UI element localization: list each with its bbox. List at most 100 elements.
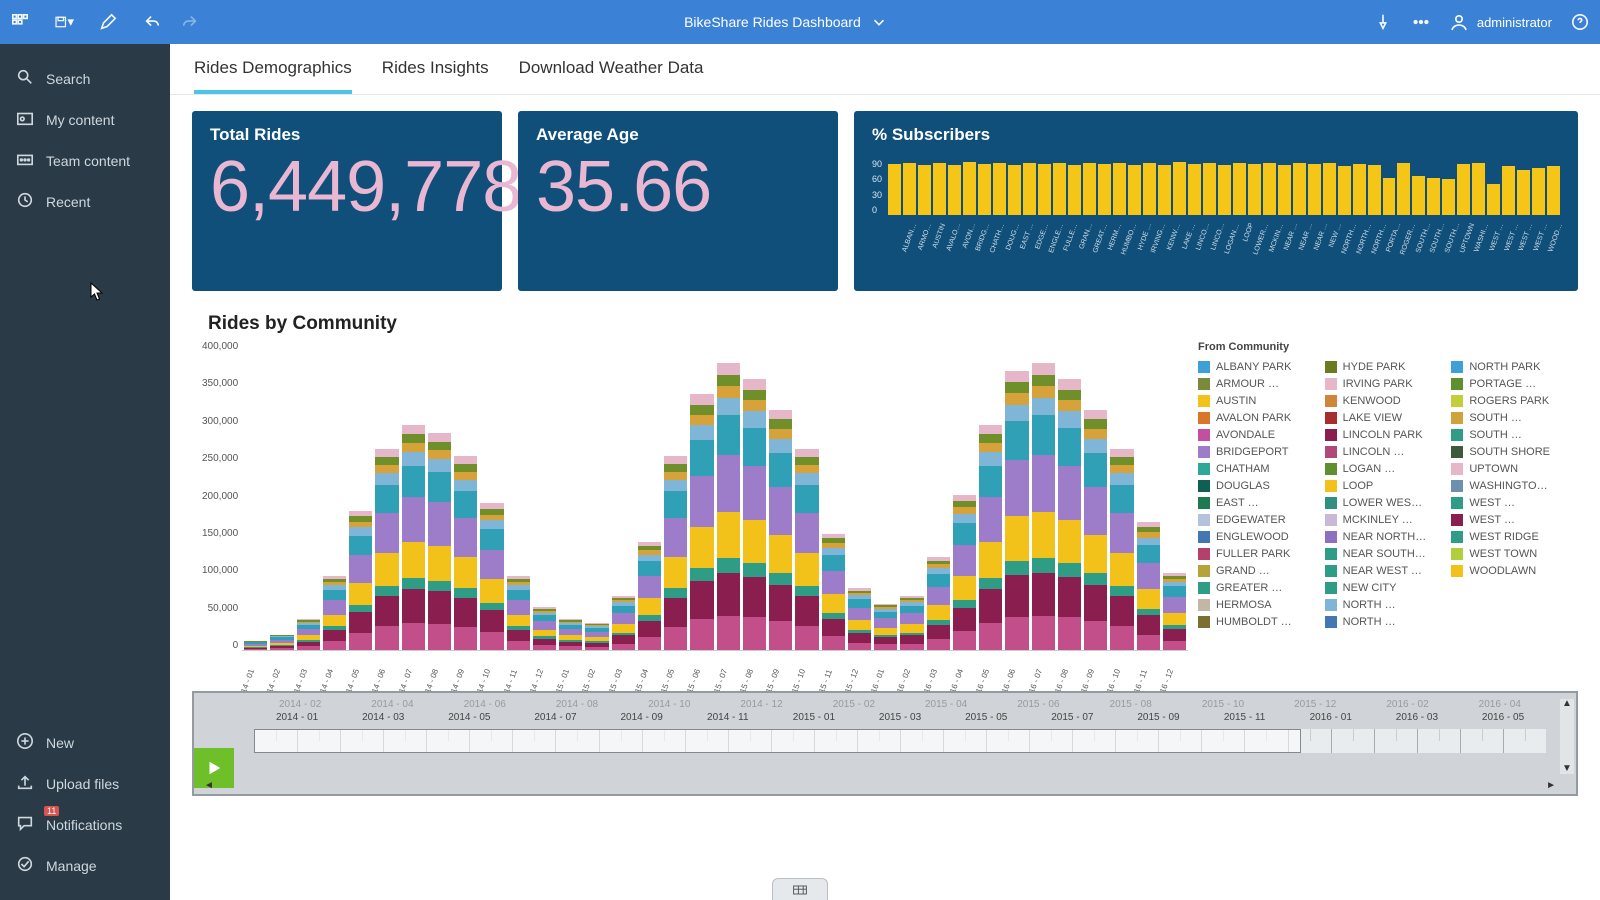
legend-item[interactable]: AVONDALE	[1198, 429, 1315, 441]
legend-item[interactable]: KENWOOD	[1325, 395, 1442, 407]
subscribers-bar	[978, 164, 991, 215]
legend-item[interactable]: ALBANY PARK	[1198, 361, 1315, 373]
legend-item[interactable]: LAKE VIEW	[1325, 412, 1442, 424]
stacked-bar	[349, 511, 372, 650]
sidebar-item-manage[interactable]: Manage	[0, 845, 170, 886]
subscribers-bar	[1532, 168, 1545, 215]
legend-swatch	[1325, 582, 1337, 594]
legend-item[interactable]: NEAR SOUTH…	[1325, 548, 1442, 560]
timeline-selection[interactable]	[254, 729, 1301, 753]
legend-item[interactable]: LOWER WES…	[1325, 497, 1442, 509]
legend-item[interactable]: FULLER PARK	[1198, 548, 1315, 560]
stacked-bar	[1058, 379, 1081, 650]
sidebar-item-label: New	[46, 735, 74, 751]
subscribers-bar	[1203, 163, 1216, 215]
bottom-panel-handle[interactable]	[772, 878, 828, 900]
chevron-down-icon	[869, 12, 889, 32]
sidebar-item-notifications[interactable]: 11Notifications	[0, 804, 170, 845]
legend-item[interactable]: LOOP	[1325, 480, 1442, 492]
pin-icon[interactable]	[1373, 12, 1393, 32]
save-icon[interactable]: ▾	[54, 12, 74, 32]
chart-rides-by-community[interactable]: Rides by Community 400,000350,000300,000…	[192, 305, 1578, 683]
tab-download-weather-data[interactable]: Download Weather Data	[519, 58, 704, 94]
more-icon[interactable]	[1411, 12, 1431, 32]
legend-item[interactable]: IRVING PARK	[1325, 378, 1442, 390]
legend-item[interactable]: WEST …	[1451, 497, 1568, 509]
legend-item[interactable]: PORTAGE …	[1451, 378, 1568, 390]
tabs: Rides Demographics Rides Insights Download…	[170, 44, 1600, 95]
legend-item[interactable]: AVALON PARK	[1198, 412, 1315, 424]
legend-swatch	[1451, 412, 1463, 424]
legend-item[interactable]: EAST …	[1198, 497, 1315, 509]
legend-item[interactable]: NEAR NORTH…	[1325, 531, 1442, 543]
sidebar-item-recent[interactable]: Recent	[0, 181, 170, 222]
legend-item[interactable]: DOUGLAS	[1198, 480, 1315, 492]
legend-item[interactable]: NORTH …	[1325, 616, 1442, 628]
help-icon[interactable]	[1570, 12, 1590, 32]
subscribers-bar	[1412, 176, 1425, 215]
legend-item[interactable]: WEST …	[1451, 514, 1568, 526]
legend-swatch	[1198, 361, 1210, 373]
subscribers-bar	[1368, 165, 1381, 215]
stacked-bar	[717, 363, 740, 650]
dashboard-title-dropdown[interactable]: BikeShare Rides Dashboard	[684, 12, 889, 32]
sidebar-item-upload-files[interactable]: Upload files	[0, 763, 170, 804]
card-avg-age[interactable]: Average Age 35.66	[518, 111, 838, 291]
legend-item[interactable]: LINCOLN PARK	[1325, 429, 1442, 441]
legend-swatch	[1198, 616, 1210, 628]
legend-item[interactable]: UPTOWN	[1451, 463, 1568, 475]
legend-item[interactable]: SOUTH SHORE	[1451, 446, 1568, 458]
legend-item[interactable]: WASHINGTO…	[1451, 480, 1568, 492]
legend-item[interactable]: HERMOSA	[1198, 599, 1315, 611]
legend-item[interactable]: ARMOUR …	[1198, 378, 1315, 390]
legend-item[interactable]: ROGERS PARK	[1451, 395, 1568, 407]
legend-item[interactable]: NEW CITY	[1325, 582, 1442, 594]
legend-item[interactable]: BRIDGEPORT	[1198, 446, 1315, 458]
app-menu-icon[interactable]	[10, 12, 30, 32]
sidebar-item-my-content[interactable]: My content	[0, 99, 170, 140]
legend-item[interactable]: LOGAN …	[1325, 463, 1442, 475]
legend-swatch	[1451, 429, 1463, 441]
legend-item[interactable]: WOODLAWN	[1451, 565, 1568, 577]
legend-swatch	[1451, 361, 1463, 373]
legend-item[interactable]: HYDE PARK	[1325, 361, 1442, 373]
legend-swatch	[1325, 412, 1337, 424]
sidebar-item-team-content[interactable]: Team content	[0, 140, 170, 181]
edit-icon[interactable]	[98, 12, 118, 32]
sidebar-item-new[interactable]: New	[0, 722, 170, 763]
legend-item[interactable]: SOUTH …	[1451, 412, 1568, 424]
legend-item[interactable]: SOUTH …	[1451, 429, 1568, 441]
legend-item[interactable]: EDGEWATER	[1198, 514, 1315, 526]
legend-item[interactable]: WEST RIDGE	[1451, 531, 1568, 543]
legend-item[interactable]: LINCOLN …	[1325, 446, 1442, 458]
legend-item[interactable]: MCKINLEY …	[1325, 514, 1442, 526]
subscribers-bar	[963, 162, 976, 215]
legend-item[interactable]: GREATER …	[1198, 582, 1315, 594]
subscribers-bar	[1547, 166, 1560, 215]
timeline-hscroll[interactable]: ◄►	[204, 780, 1556, 790]
legend-title: From Community	[1198, 341, 1568, 353]
timeline-vscroll[interactable]: ▲▼	[1560, 699, 1574, 774]
tab-rides-insights[interactable]: Rides Insights	[382, 58, 489, 94]
legend-item[interactable]: ENGLEWOOD	[1198, 531, 1315, 543]
tab-rides-demographics[interactable]: Rides Demographics	[194, 58, 352, 94]
sidebar-item-search[interactable]: Search	[0, 58, 170, 99]
legend-item[interactable]: CHATHAM	[1198, 463, 1315, 475]
subscribers-bar	[1517, 170, 1530, 215]
sidebar: SearchMy contentTeam contentRecent New Up…	[0, 44, 170, 900]
legend-item[interactable]: NEAR WEST …	[1325, 565, 1442, 577]
legend-swatch	[1451, 480, 1463, 492]
legend-item[interactable]: WEST TOWN	[1451, 548, 1568, 560]
legend-item[interactable]: NORTH PARK	[1451, 361, 1568, 373]
legend-item[interactable]: AUSTIN	[1198, 395, 1315, 407]
card-avg-age-value: 35.66	[536, 151, 820, 223]
timeline[interactable]: 2014 - 022014 - 042014 - 062014 - 082014…	[192, 691, 1578, 796]
undo-icon[interactable]	[142, 12, 162, 32]
card-subscribers[interactable]: % Subscribers 9060300 ALBAN…ARMO…AUSTINA…	[854, 111, 1578, 291]
card-total-rides[interactable]: Total Rides 6,449,778	[192, 111, 502, 291]
legend-item[interactable]: NORTH …	[1325, 599, 1442, 611]
user-menu[interactable]: administrator	[1449, 12, 1552, 32]
subscribers-bar	[1023, 163, 1036, 215]
legend-item[interactable]: GRAND …	[1198, 565, 1315, 577]
legend-item[interactable]: HUMBOLDT …	[1198, 616, 1315, 628]
